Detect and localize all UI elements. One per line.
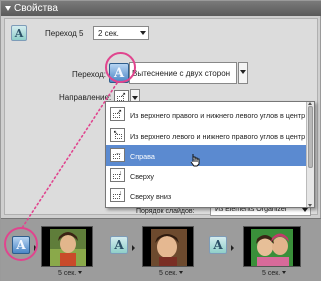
slides-filmstrip: A 5 сек. A 5 сек. A 5 сек. (1, 218, 321, 281)
slide-thumbnail[interactable] (243, 226, 301, 267)
filmstrip-transition-icon[interactable]: A (209, 236, 227, 254)
chevron-down-icon (282, 271, 287, 274)
direction-option[interactable]: ↓ Сверху (106, 165, 307, 186)
transition-icon: A (11, 25, 27, 41)
collapse-triangle-icon[interactable] (5, 6, 11, 11)
slide-photo (50, 229, 86, 266)
transition-effect-label: Переход: (72, 70, 106, 79)
transition-duration-select[interactable]: 2 сек. (93, 26, 149, 40)
direction-label: Направление: (59, 93, 112, 102)
arrow-right-icon (132, 245, 135, 251)
direction-option-selected[interactable]: ← Справа (106, 145, 307, 166)
direction-option-icon: ↓ (110, 188, 125, 202)
direction-option[interactable]: ↓ Сверху вниз (106, 185, 307, 206)
highlight-ring (4, 227, 38, 261)
scrollbar-thumb[interactable] (308, 106, 313, 168)
direction-option[interactable]: ↗ Из верхнего правого и нижнего левого у… (106, 104, 307, 125)
highlight-ring (105, 52, 136, 83)
chevron-down-icon (78, 271, 83, 274)
chevron-down-icon (140, 31, 146, 35)
slide-duration[interactable]: 5 сек. (159, 270, 184, 277)
chevron-down-icon (132, 96, 138, 100)
chevron-down-icon (302, 208, 308, 212)
arrow-right-icon (231, 245, 234, 251)
direction-options-list: ↗ Из верхнего правого и нижнего левого у… (105, 101, 315, 208)
panel-title: Свойства (14, 3, 58, 14)
chevron-down-icon (179, 271, 184, 274)
direction-option-icon: ↗ (110, 107, 125, 121)
direction-option-icon: ↖ (110, 128, 125, 142)
slide-thumbnail[interactable] (142, 226, 194, 267)
filmstrip-transition-icon[interactable]: A (110, 236, 128, 254)
panel-header[interactable]: Свойства (1, 1, 321, 16)
list-scrollbar[interactable] (306, 102, 314, 207)
slide-duration[interactable]: 5 сек. (262, 270, 287, 277)
scroll-up-icon[interactable] (308, 102, 312, 105)
mouse-pointer-icon (190, 154, 200, 167)
transition-number-label: Переход 5 (45, 29, 84, 38)
properties-window: Свойства A Переход 5 2 сек. Переход: A В… (0, 0, 321, 281)
transition-effect-select[interactable]: Вытеснение с двух сторон (129, 62, 237, 84)
slide-photo (151, 229, 187, 266)
scroll-down-icon[interactable] (308, 204, 312, 207)
chevron-down-icon (240, 70, 246, 74)
direction-option-icon: ← (110, 148, 125, 162)
slide-thumbnail[interactable] (41, 226, 93, 267)
direction-option-icon: ↓ (110, 168, 125, 182)
slide-order-label: Порядок слайдов: (136, 208, 195, 215)
slide-duration[interactable]: 5 сек. (58, 270, 83, 277)
transition-effect-dropdown-button[interactable] (238, 62, 248, 84)
slide-photo (251, 229, 293, 266)
direction-option[interactable]: ↖ Из верхнего левого и нижнего правого у… (106, 125, 307, 146)
